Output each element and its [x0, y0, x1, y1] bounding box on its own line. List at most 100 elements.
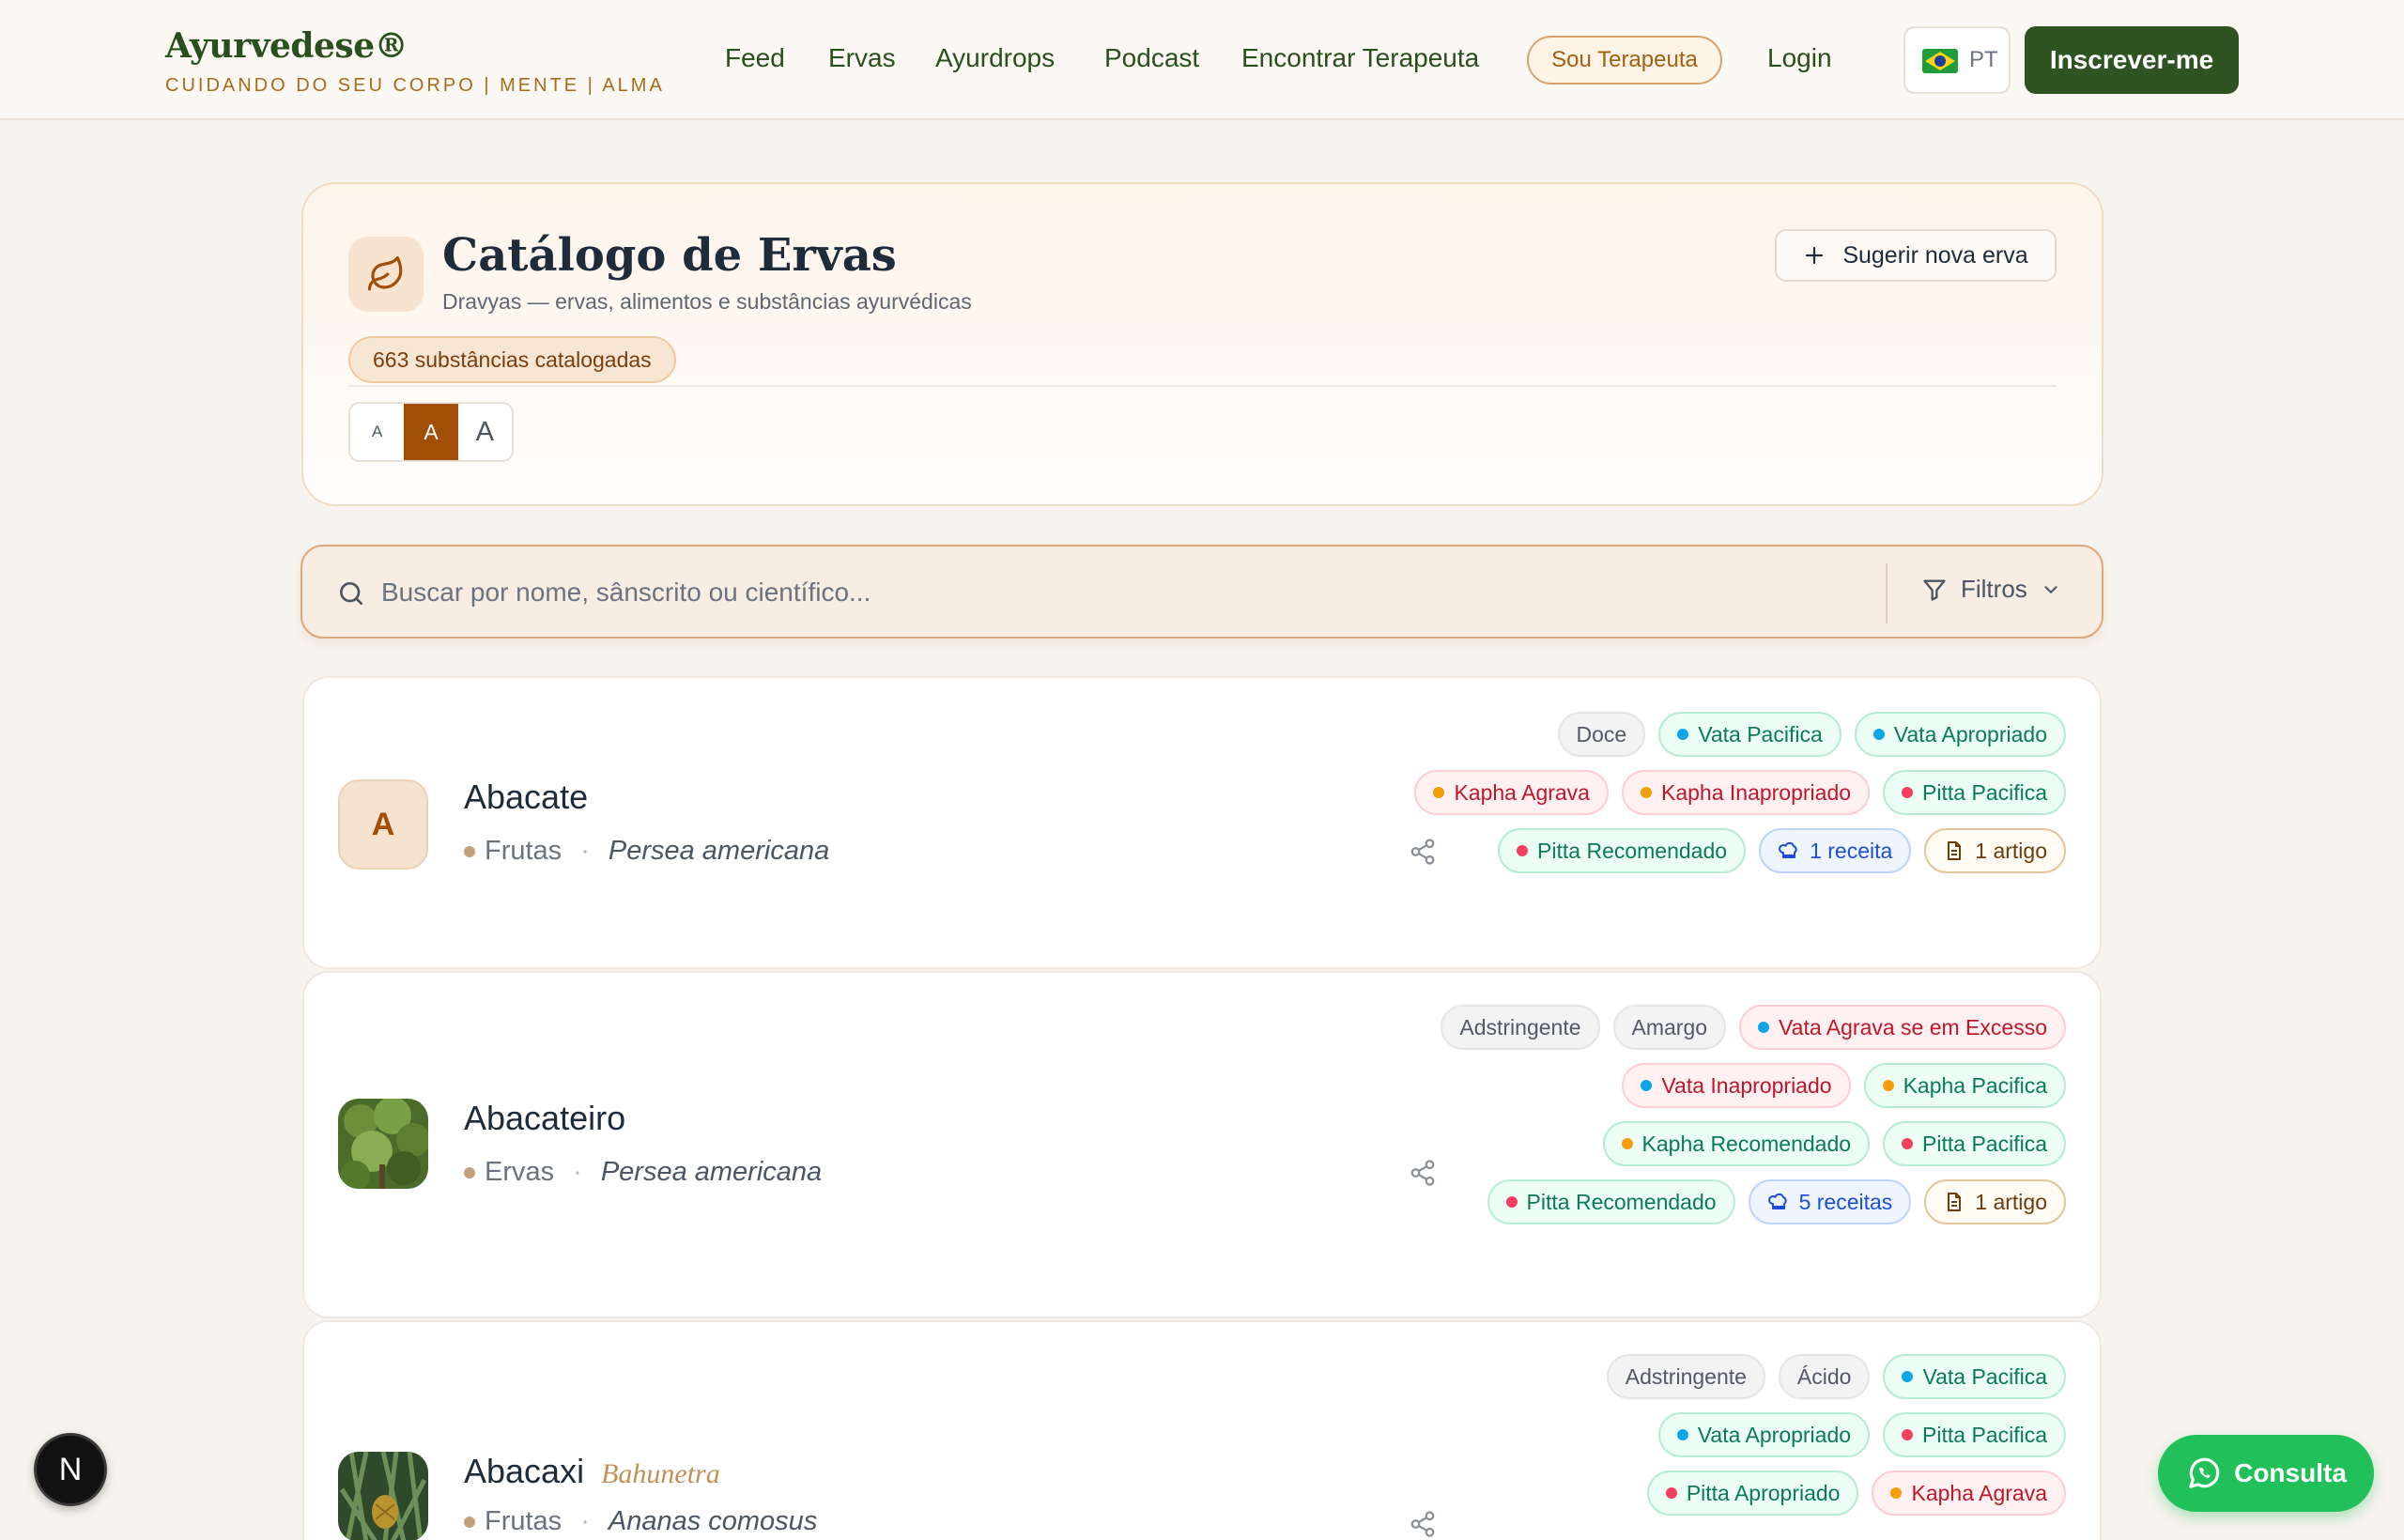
search-bar: Filtros [300, 545, 2104, 639]
nav-encontrar-terapeuta[interactable]: Encontrar Terapeuta [1241, 43, 1479, 73]
filter-icon [1923, 579, 1946, 601]
herb-tags: Adstringente Ácido Vata Pacifica Vata Aprop… [1578, 1354, 2066, 1516]
brand-tagline: CUIDANDO DO SEU CORPO | MENTE | ALMA [165, 75, 665, 96]
category-dot [464, 1166, 475, 1178]
herb-tags: Doce Vata Pacifica Vata Apropriado Kapha Ag… [1352, 712, 2066, 873]
taste-tag: Adstringente [1606, 1354, 1765, 1399]
nav-ervas[interactable]: Ervas [828, 43, 896, 73]
dosha-dot [1872, 729, 1885, 740]
herb-meta: Ervas · Persea americana [464, 1157, 822, 1188]
herb-name: Abacaxi [464, 1452, 585, 1490]
tag-label: 5 receitas [1798, 1189, 1893, 1214]
articles-badge[interactable]: 1 artigo [1924, 828, 2066, 873]
site-header: Ayurvedese® CUIDANDO DO SEU CORPO | MENT… [0, 0, 2404, 120]
dosha-dot [1433, 787, 1445, 798]
tag-label: Vata Inapropriado [1661, 1072, 1832, 1098]
signup-button[interactable]: Inscrever-me [2025, 26, 2239, 94]
taste-tag: Ácido [1778, 1354, 1871, 1399]
dosha-dot [1758, 1022, 1770, 1033]
whatsapp-consulta-button[interactable]: Consulta [2158, 1435, 2374, 1512]
herb-avatar: A [338, 779, 428, 870]
tag-label: Pitta Pacifica [1922, 1422, 2047, 1447]
plus-icon [1806, 246, 1824, 265]
herb-photo [338, 1099, 428, 1189]
catalog-header-card: Catálogo de Ervas Dravyas — ervas, alime… [301, 182, 2104, 506]
dosha-dot [1890, 1487, 1903, 1499]
tag-label: Pitta Apropriado [1686, 1480, 1841, 1505]
tag-label: Adstringente [1625, 1363, 1747, 1389]
tag-label: Ácido [1796, 1363, 1852, 1389]
tag-label: Kapha Pacifica [1903, 1072, 2047, 1098]
catalog-count-badge: 663 substâncias catalogadas [348, 336, 676, 383]
herb-scientific-name: Persea americana [608, 836, 830, 866]
dosha-tag: Vata Apropriado [1854, 712, 2066, 757]
dosha-dot [1902, 1371, 1914, 1382]
page-title: Catálogo de Ervas [442, 229, 897, 282]
nav-ayurdrops[interactable]: Ayurdrops [935, 43, 1055, 73]
filters-button[interactable]: Filtros [1921, 575, 2061, 604]
herb-sanskrit-name: Bahunetra [601, 1458, 720, 1489]
whatsapp-label: Consulta [2234, 1458, 2347, 1487]
therapist-button[interactable]: Sou Terapeuta [1527, 36, 1722, 85]
herb-name[interactable]: Abacateiro [464, 1099, 625, 1138]
tag-label: Pitta Recomendado [1537, 838, 1728, 863]
herb-name-row[interactable]: Abacaxi Bahunetra [464, 1452, 720, 1491]
brand-logo[interactable]: Ayurvedese® [165, 26, 408, 66]
tag-label: Doce [1576, 721, 1627, 747]
herb-meta: Frutas · Ananas comosus [464, 1506, 817, 1537]
suggest-herb-label: Sugerir nova erva [1842, 241, 2028, 269]
document-icon [1948, 1193, 1962, 1211]
recipes-badge[interactable]: 5 receitas [1748, 1179, 1912, 1224]
brazil-flag-icon [1922, 49, 1958, 73]
tag-label: Amargo [1631, 1014, 1708, 1040]
tag-label: Kapha Agrava [1454, 779, 1590, 805]
search-input[interactable] [381, 571, 1790, 614]
share-icon[interactable] [1409, 1510, 1437, 1538]
leaf-icon [348, 237, 424, 312]
font-size-toggle: A A A [348, 402, 514, 462]
chef-hat-icon [1779, 841, 1797, 858]
dosha-tag: Kapha Agrava [1872, 1471, 2066, 1516]
tag-label: Pitta Pacifica [1922, 1131, 2047, 1156]
document-icon [1948, 841, 1962, 860]
language-selector[interactable]: PT [1903, 26, 2011, 94]
category-dot [464, 1516, 475, 1528]
dosha-tag: Vata Inapropriado [1622, 1063, 1851, 1108]
font-size-small-button[interactable]: A [350, 404, 404, 460]
font-size-medium-button[interactable]: A [404, 404, 458, 460]
category-dot [464, 845, 475, 857]
login-link[interactable]: Login [1767, 43, 1832, 73]
nav-feed[interactable]: Feed [725, 43, 785, 73]
articles-badge[interactable]: 1 artigo [1924, 1179, 2066, 1224]
tag-label: Kapha Agrava [1911, 1480, 2047, 1505]
recipes-badge[interactable]: 1 receita [1759, 828, 1912, 873]
dosha-dot [1517, 845, 1529, 856]
herb-tags: Adstringente Amargo Vata Agrava se em Exce… [1352, 1005, 2066, 1224]
dosha-tag: Pitta Recomendado [1487, 1179, 1735, 1224]
dosha-tag: Vata Agrava se em Excesso [1739, 1005, 2066, 1050]
herb-card-abacateiro[interactable]: Abacateiro Ervas · Persea americana Adst… [302, 971, 2102, 1318]
font-size-large-button[interactable]: A [458, 404, 512, 460]
tag-label: 1 artigo [1975, 838, 2047, 863]
dosha-tag: Pitta Pacifica [1883, 1412, 2066, 1457]
herb-photo [338, 1452, 428, 1540]
search-icon [340, 582, 362, 605]
dev-badge-button[interactable]: N [34, 1433, 107, 1506]
dosha-dot [1621, 1138, 1633, 1149]
herb-scientific-name: Persea americana [600, 1157, 823, 1187]
tag-label: Pitta Recomendado [1526, 1189, 1717, 1214]
nav-podcast[interactable]: Podcast [1104, 43, 1199, 73]
herb-name[interactable]: Abacate [464, 778, 588, 817]
dosha-dot [1640, 787, 1652, 798]
divider [348, 385, 2057, 387]
herb-meta: Frutas · Persea americana [464, 836, 829, 867]
herb-card-abacaxi[interactable]: Abacaxi Bahunetra Frutas · Ananas comosus… [302, 1320, 2102, 1540]
suggest-herb-button[interactable]: Sugerir nova erva [1775, 229, 2057, 282]
herb-category: Frutas [485, 836, 562, 866]
taste-tag: Doce [1557, 712, 1646, 757]
dosha-tag: Kapha Inapropriado [1621, 770, 1871, 815]
search-divider [1886, 563, 1888, 624]
whatsapp-icon [2189, 1457, 2220, 1488]
dosha-tag: Pitta Pacifica [1883, 1121, 2066, 1166]
herb-card-abacate[interactable]: A Abacate Frutas · Persea americana Doce… [302, 676, 2102, 969]
